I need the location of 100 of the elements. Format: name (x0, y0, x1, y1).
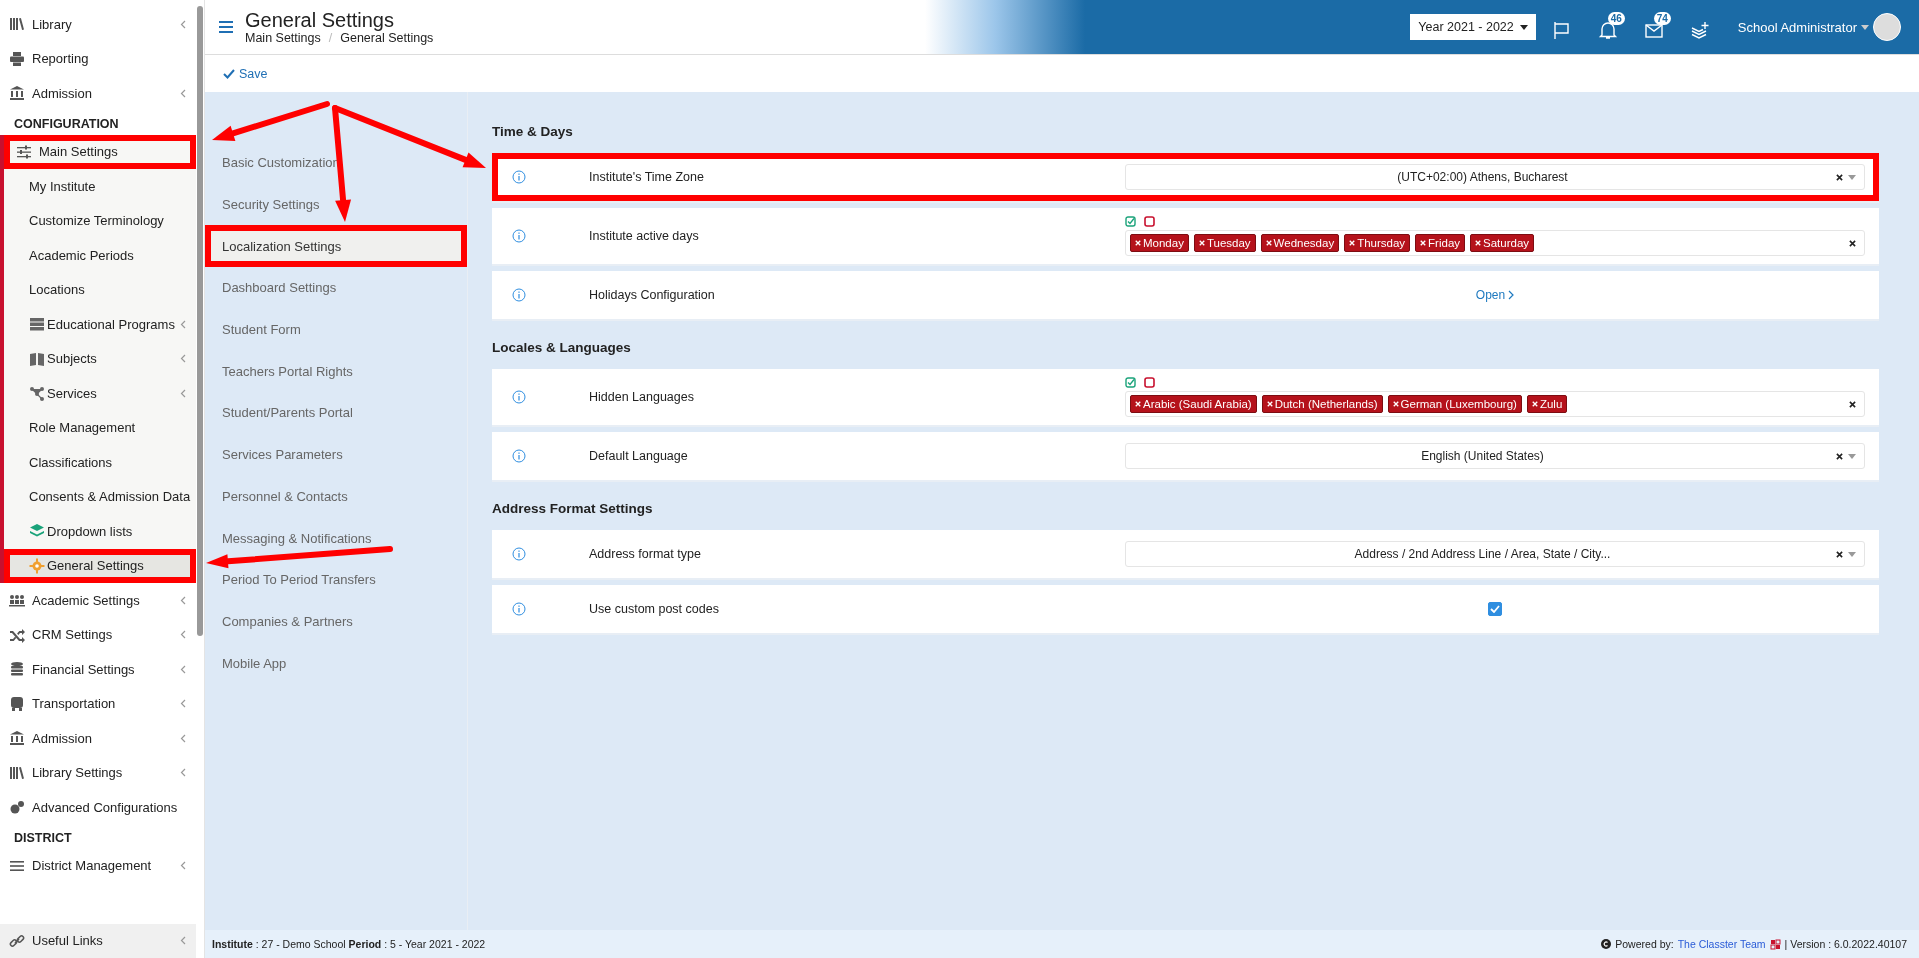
settings-tab[interactable]: Dashboard Settings (205, 267, 467, 309)
info-icon[interactable] (512, 288, 526, 302)
submenu-item[interactable]: Services (4, 376, 196, 411)
submenu-item[interactable]: General Settings (4, 548, 196, 583)
sidebar-item[interactable]: Main Settings (4, 134, 196, 169)
sidebar-item[interactable]: Library Settings (0, 755, 196, 790)
remove-icon[interactable] (1135, 240, 1141, 246)
sidebar-item[interactable]: Admission (0, 721, 196, 756)
tag-chip[interactable]: German (Luxembourg) (1387, 395, 1522, 413)
sidebar-item[interactable]: Admission (0, 76, 196, 111)
scrollbar[interactable] (197, 6, 203, 636)
tag-chip[interactable]: Saturday (1470, 234, 1535, 252)
tag-chip[interactable]: Tuesday (1193, 234, 1256, 252)
remove-icon[interactable] (1531, 401, 1538, 407)
select-field[interactable]: English (United States) (1125, 443, 1865, 469)
tag-chip[interactable]: Zulu (1526, 395, 1568, 413)
clear-icon[interactable] (1836, 452, 1843, 460)
uncheck-all-icon[interactable] (1144, 216, 1155, 227)
sidebar-item[interactable]: Academic Settings (0, 583, 196, 618)
tag-chip[interactable]: Wednesday (1260, 234, 1340, 252)
open-link[interactable]: Open (1469, 287, 1521, 303)
user-menu[interactable]: School Administrator (1731, 12, 1907, 42)
settings-tab[interactable]: Student Form (205, 308, 467, 351)
submenu-item[interactable]: Educational Programs (4, 307, 196, 342)
submenu-item[interactable]: Subjects (4, 341, 196, 376)
bell-icon (1597, 20, 1618, 40)
clear-icon[interactable] (1836, 173, 1843, 181)
uncheck-all-icon[interactable] (1144, 377, 1155, 388)
book-icon (29, 350, 45, 367)
check-all-icon[interactable] (1125, 377, 1136, 388)
tag-chip[interactable]: Monday (1130, 234, 1189, 252)
settings-tab[interactable]: Student/Parents Portal (205, 392, 467, 434)
remove-icon[interactable] (1265, 240, 1272, 246)
settings-tab[interactable]: Period To Period Transfers (205, 558, 467, 601)
select-field[interactable]: Address / 2nd Address Line / Area, State / City... (1125, 541, 1865, 567)
tag-chip[interactable]: Thursday (1344, 234, 1411, 252)
menu-icon[interactable] (219, 21, 233, 33)
sidebar-item[interactable]: Financial Settings (0, 652, 196, 687)
info-icon[interactable] (512, 170, 526, 184)
info-icon[interactable] (512, 229, 526, 243)
useful-links-item[interactable]: Useful Links (0, 923, 196, 958)
tag-chip[interactable]: Friday (1415, 234, 1466, 252)
remove-icon[interactable] (1392, 401, 1399, 407)
layers-plus-icon (1689, 20, 1710, 40)
settings-tab[interactable]: Localization Settings (205, 225, 467, 268)
clear-icon[interactable] (1849, 239, 1856, 247)
sidebar-item[interactable]: CRM Settings (0, 617, 196, 652)
submenu-item[interactable]: Academic Periods (4, 238, 196, 273)
breadcrumb-separator: / (328, 31, 333, 45)
notifications-button[interactable]: 46 (1593, 12, 1628, 42)
setting-label: Default Language (589, 449, 689, 463)
sidebar-item[interactable]: Reporting (0, 41, 196, 76)
select-field[interactable]: (UTC+02:00) Athens, Bucharest (1125, 164, 1865, 190)
remove-icon[interactable] (1266, 401, 1273, 407)
settings-tab[interactable]: Messaging & Notifications (205, 517, 467, 559)
sidebar-item[interactable]: Library (0, 7, 196, 42)
setting-label: Hidden Languages (589, 390, 695, 404)
submenu-item[interactable]: Customize Terminology (4, 203, 196, 238)
sidebar-item[interactable]: District Management (0, 848, 196, 883)
settings-tab[interactable]: Teachers Portal Rights (205, 350, 467, 393)
info-icon[interactable] (512, 449, 526, 463)
submenu-item[interactable]: Consents & Admission Data (4, 479, 196, 514)
sidebar-item[interactable]: Transportation (0, 686, 196, 721)
caret-icon (1848, 453, 1856, 459)
info-icon[interactable] (512, 602, 526, 616)
tag-chip[interactable]: Dutch (Netherlands) (1261, 395, 1383, 413)
tag-field[interactable]: Arabic (Saudi Arabia) Dutch (Netherlands) German (Luxembourg) Zulu (1125, 391, 1865, 417)
remove-icon[interactable] (1420, 240, 1427, 246)
submenu-item[interactable]: Locations (4, 272, 196, 307)
check-all-icon[interactable] (1125, 216, 1136, 227)
messages-button[interactable]: 74 (1639, 12, 1674, 42)
checkbox[interactable] (1488, 602, 1502, 616)
sidebar-item[interactable]: Advanced Configurations (0, 790, 196, 825)
settings-tab[interactable]: Services Parameters (205, 433, 467, 476)
submenu-item[interactable]: Dropdown lists (4, 514, 196, 549)
tag-chip[interactable]: Arabic (Saudi Arabia) (1130, 395, 1257, 413)
submenu-item[interactable]: Role Management (4, 410, 196, 445)
settings-tab[interactable]: Mobile App (205, 642, 467, 684)
submenu-item[interactable]: My Institute (4, 169, 196, 204)
settings-tab[interactable]: Companies & Partners (205, 600, 467, 643)
info-icon[interactable] (512, 390, 526, 404)
year-selector[interactable]: Year 2021 - 2022 (1410, 14, 1536, 40)
info-icon[interactable] (512, 547, 526, 561)
clear-icon[interactable] (1849, 400, 1856, 408)
setting-label: Address format type (589, 547, 702, 561)
team-link[interactable]: The Classter Team (1677, 938, 1766, 950)
setting-label: Holidays Configuration (589, 288, 716, 302)
remove-icon[interactable] (1135, 401, 1141, 407)
breadcrumb-item[interactable]: Main Settings (245, 31, 321, 45)
save-button[interactable]: Save (223, 66, 268, 81)
tag-field[interactable]: Monday Tuesday Wednesday Thursday Friday Saturday (1125, 230, 1865, 256)
remove-icon[interactable] (1349, 240, 1356, 246)
clear-icon[interactable] (1836, 550, 1843, 558)
settings-tab[interactable]: Personnel & Contacts (205, 475, 467, 518)
remove-icon[interactable] (1475, 240, 1482, 246)
breadcrumb-item[interactable]: General Settings (340, 31, 434, 45)
submenu-item[interactable]: Classifications (4, 445, 196, 480)
remove-icon[interactable] (1198, 240, 1205, 246)
section-heading: Locales & Languages (492, 339, 632, 357)
settings-tab[interactable]: Security Settings (205, 183, 467, 226)
